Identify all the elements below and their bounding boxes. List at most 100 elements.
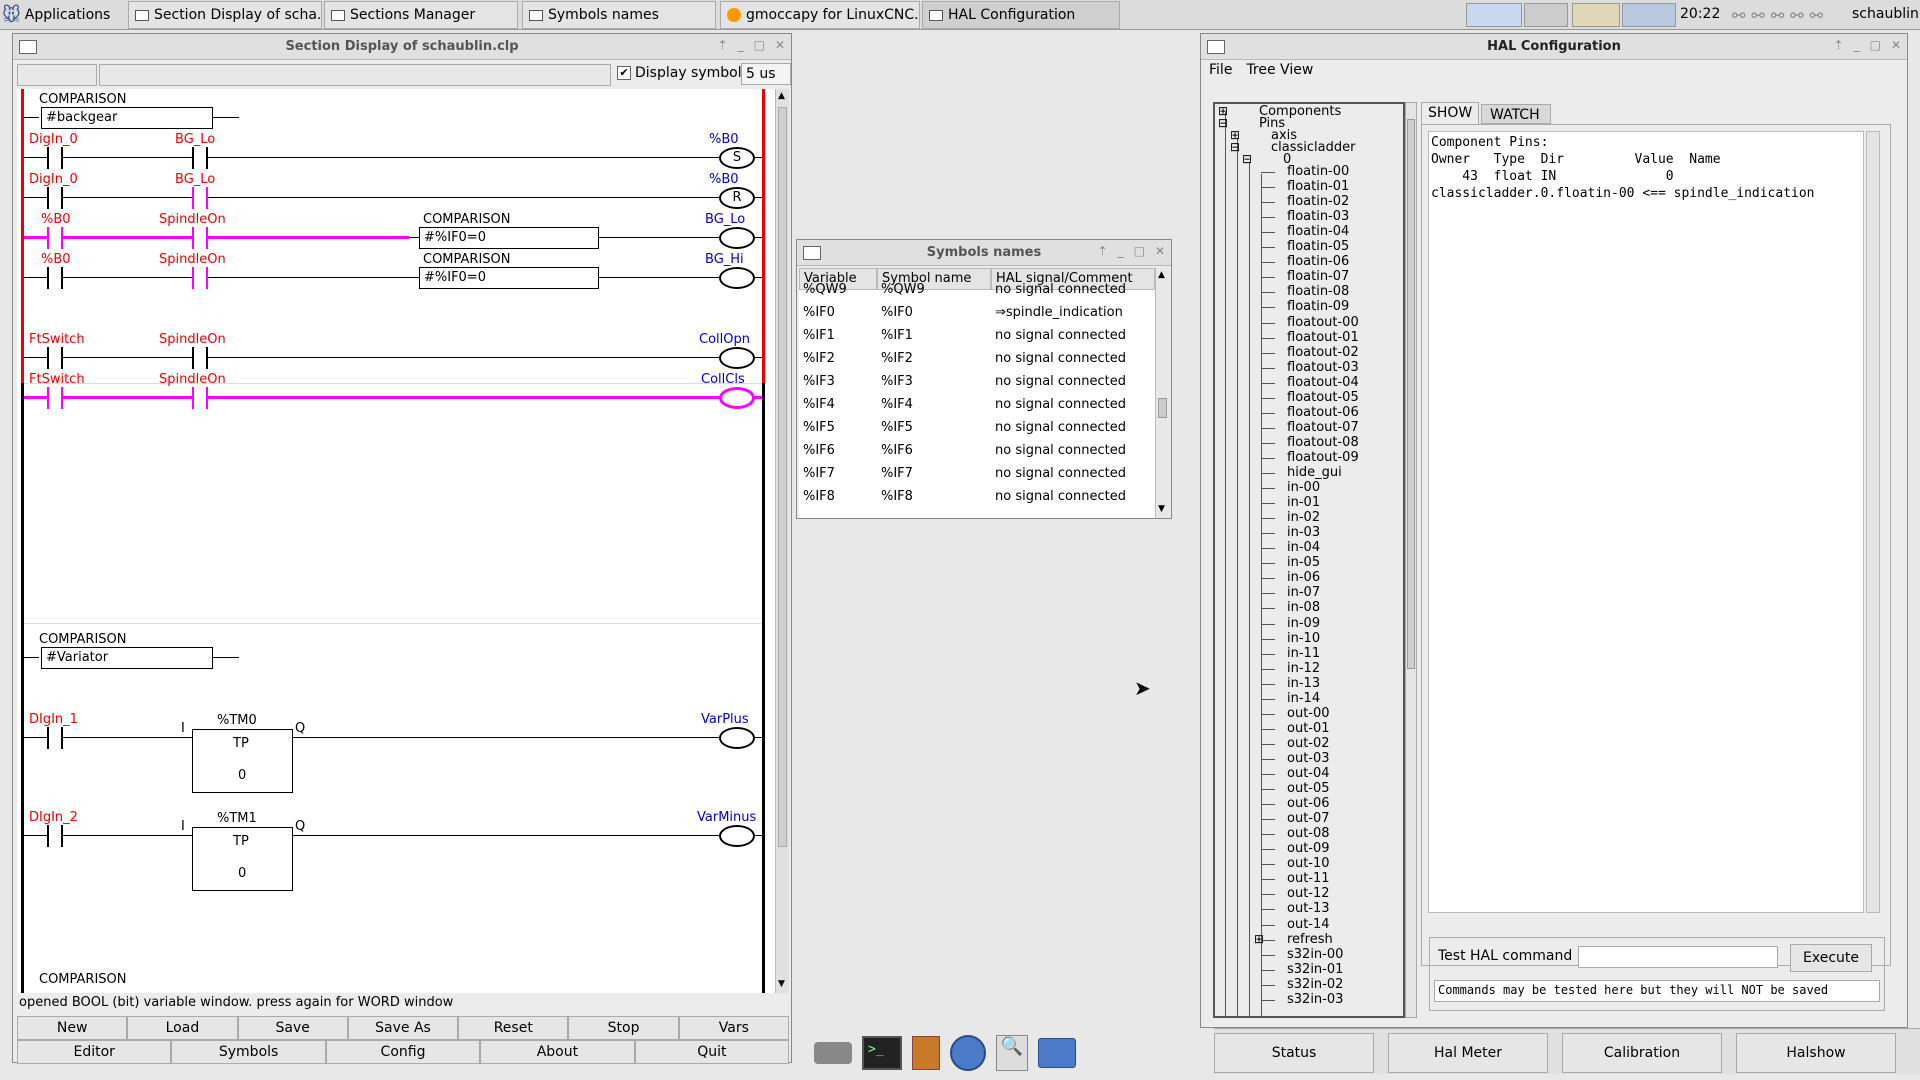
- close-icon[interactable]: ✕: [1155, 244, 1165, 258]
- coil[interactable]: [719, 227, 755, 249]
- negated-contact[interactable]: [192, 267, 208, 289]
- workspace-switcher[interactable]: [1466, 3, 1522, 27]
- tree-pin-item[interactable]: out-07: [1287, 811, 1330, 826]
- table-cell[interactable]: no signal connected: [995, 443, 1126, 458]
- symbols-table[interactable]: Variable Symbol name HAL signal/Comment …: [799, 268, 1155, 518]
- applications-menu[interactable]: 🐭 Applications: [2, 3, 110, 27]
- scroll-down-icon[interactable]: ▼: [1158, 504, 1165, 514]
- tree-pin-item[interactable]: in-11: [1287, 646, 1320, 661]
- network-tray-icons[interactable]: ⚯⚯⚯⚯⚯: [1732, 6, 1829, 25]
- tree-pin-item[interactable]: in-02: [1287, 510, 1320, 525]
- table-cell[interactable]: %IF5: [803, 420, 835, 435]
- shade-icon[interactable]: ⇡: [1834, 38, 1844, 52]
- coil[interactable]: [719, 825, 755, 847]
- comparison-box[interactable]: #%IF0=0: [419, 227, 599, 249]
- tree-pin-item[interactable]: in-03: [1287, 525, 1320, 540]
- negated-contact[interactable]: [192, 387, 208, 409]
- stop-button[interactable]: Stop: [568, 1016, 679, 1040]
- tree-pin-item[interactable]: out-08: [1287, 826, 1330, 841]
- tree-pin-item[interactable]: out-10: [1287, 856, 1330, 871]
- tree-pin-item[interactable]: in-13: [1287, 676, 1320, 691]
- tree-pin-item[interactable]: s32in-02: [1287, 977, 1343, 992]
- tree-pin-item[interactable]: out-06: [1287, 796, 1330, 811]
- symbols-scrollbar[interactable]: ▲ ▼: [1155, 268, 1169, 518]
- tree-pin-item[interactable]: floatout-07: [1287, 420, 1359, 435]
- close-icon[interactable]: ✕: [775, 38, 785, 52]
- vars-button[interactable]: Vars: [678, 1016, 789, 1040]
- comparison-box[interactable]: #Variator: [41, 647, 213, 669]
- symbols-button[interactable]: Symbols: [171, 1040, 326, 1064]
- task-section-display[interactable]: Section Display of scha...: [128, 1, 322, 29]
- table-cell[interactable]: no signal connected: [995, 420, 1126, 435]
- table-cell[interactable]: %IF0: [803, 305, 835, 320]
- tree-pin-item[interactable]: in-06: [1287, 570, 1320, 585]
- negated-contact[interactable]: [192, 187, 208, 209]
- minimize-icon[interactable]: _: [1854, 38, 1860, 52]
- save-as-button[interactable]: Save As: [347, 1016, 459, 1040]
- tree-expander-icon[interactable]: ⊟: [1242, 152, 1252, 166]
- workspace-2[interactable]: [1524, 3, 1568, 27]
- table-cell[interactable]: %IF7: [881, 466, 913, 481]
- tree-pin-item[interactable]: s32in-00: [1287, 947, 1343, 962]
- contact[interactable]: [192, 147, 208, 169]
- table-cell[interactable]: no signal connected: [995, 282, 1126, 297]
- energized-coil[interactable]: [719, 387, 755, 409]
- tree-pin-item[interactable]: hide_gui: [1287, 465, 1342, 480]
- tree-pin-item[interactable]: in-14: [1287, 691, 1320, 706]
- tree-pin-item[interactable]: floatin-09: [1287, 299, 1349, 314]
- tree-pin-item[interactable]: in-10: [1287, 631, 1320, 646]
- table-cell[interactable]: no signal connected: [995, 374, 1126, 389]
- new-button[interactable]: New: [17, 1016, 128, 1040]
- coil[interactable]: [719, 347, 755, 369]
- test-command-input[interactable]: [1578, 946, 1778, 968]
- tree-pin-item[interactable]: floatin-04: [1287, 224, 1349, 239]
- display-symbols-checkbox[interactable]: ✔: [617, 66, 631, 80]
- task-gmoccapy[interactable]: gmoccapy for LinuxCNC...: [720, 1, 920, 29]
- maximize-icon[interactable]: □: [1134, 244, 1145, 258]
- tree-pin-item[interactable]: floatin-02: [1287, 194, 1349, 209]
- tree-pin-item[interactable]: floatin-06: [1287, 254, 1349, 269]
- table-cell[interactable]: no signal connected: [995, 351, 1126, 366]
- table-cell[interactable]: %IF8: [881, 489, 913, 504]
- table-cell[interactable]: %IF1: [881, 328, 913, 343]
- editor-button[interactable]: Editor: [17, 1040, 172, 1064]
- tree-pin-item[interactable]: floatout-05: [1287, 390, 1359, 405]
- tree-pin-item[interactable]: out-03: [1287, 751, 1330, 766]
- tree-pin-item[interactable]: out-04: [1287, 766, 1330, 781]
- status-button[interactable]: Status: [1214, 1033, 1374, 1073]
- terminal-icon[interactable]: >_: [862, 1036, 902, 1070]
- execute-button[interactable]: Execute: [1790, 944, 1872, 972]
- tree-pin-item[interactable]: floatin-00: [1287, 164, 1349, 179]
- close-icon[interactable]: ✕: [1891, 38, 1901, 52]
- tree-pin-item[interactable]: out-01: [1287, 721, 1330, 736]
- calibration-button[interactable]: Calibration: [1562, 1033, 1722, 1073]
- tree-pin-item[interactable]: in-05: [1287, 555, 1320, 570]
- coil[interactable]: [719, 267, 755, 289]
- tree-pin-item[interactable]: floatout-03: [1287, 360, 1359, 375]
- pin-tree[interactable]: ⊞ Components ⊟ Pins ⊞ axis ⊟ classicladd…: [1213, 102, 1405, 1018]
- tree-pin-item[interactable]: out-02: [1287, 736, 1330, 751]
- tree-scrollbar[interactable]: [1405, 102, 1417, 1018]
- comparison-box[interactable]: #%IF0=0: [419, 267, 599, 289]
- table-cell[interactable]: %IF5: [881, 420, 913, 435]
- table-cell[interactable]: %IF7: [803, 466, 835, 481]
- set-coil[interactable]: S: [719, 147, 755, 169]
- shade-icon[interactable]: ⇡: [718, 38, 728, 52]
- tree-pin-item[interactable]: out-09: [1287, 841, 1330, 856]
- tree-pin-item[interactable]: in-04: [1287, 540, 1320, 555]
- contact[interactable]: [47, 227, 63, 249]
- contact[interactable]: [47, 187, 63, 209]
- tree-pin-item[interactable]: floatout-00: [1287, 315, 1359, 330]
- window-menu-icon[interactable]: [19, 39, 37, 54]
- table-cell[interactable]: %IF8: [803, 489, 835, 504]
- negated-contact[interactable]: [192, 227, 208, 249]
- tree-pin-item[interactable]: floatout-09: [1287, 450, 1359, 465]
- toolbar-field-1[interactable]: [17, 64, 97, 86]
- scroll-thumb[interactable]: [1158, 398, 1167, 418]
- tree-pin-item[interactable]: out-14: [1287, 917, 1330, 932]
- reset-button[interactable]: Reset: [458, 1016, 569, 1040]
- scroll-thumb[interactable]: [1407, 119, 1415, 669]
- tree-pin-item[interactable]: out-12: [1287, 886, 1330, 901]
- table-cell[interactable]: no signal connected: [995, 328, 1126, 343]
- tab-watch[interactable]: WATCH: [1481, 104, 1551, 124]
